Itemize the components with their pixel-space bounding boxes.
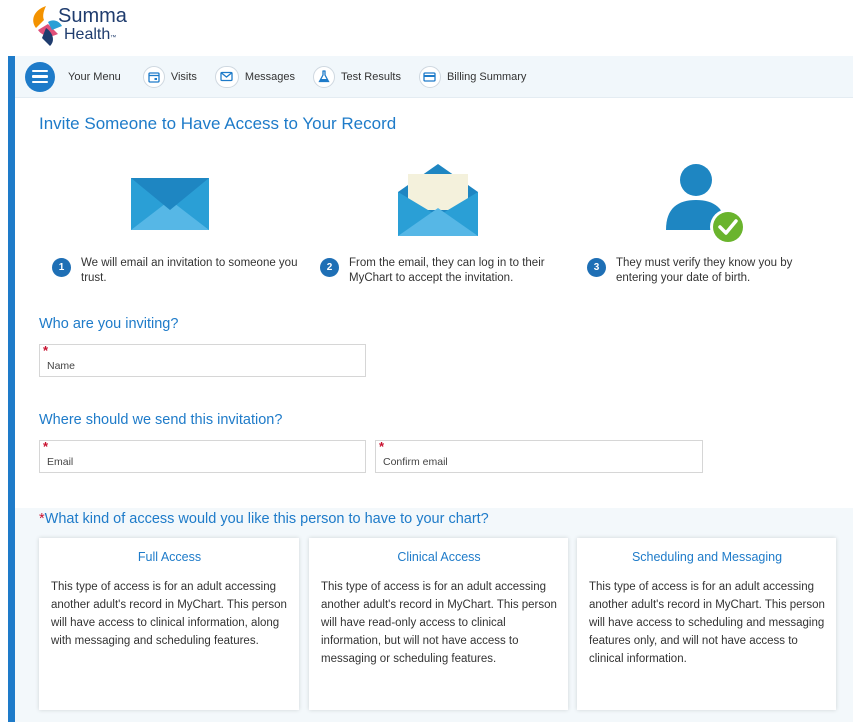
access-option-description: This type of access is for an adult acce…	[51, 581, 287, 647]
step-text-3: They must verify they know you by enteri…	[616, 257, 793, 284]
access-option-description: This type of access is for an adult acce…	[589, 581, 825, 665]
left-accent-bar	[8, 56, 15, 722]
step-text-2: From the email, they can log in to their…	[349, 257, 545, 284]
menu-item-visits[interactable]: Visits	[142, 65, 197, 88]
flask-icon	[313, 65, 336, 88]
access-option-title: Clinical Access	[397, 550, 481, 564]
access-option-clinical[interactable]: Clinical Access This type of access is f…	[309, 538, 568, 710]
menu-item-billing-summary[interactable]: Billing Summary	[418, 65, 527, 88]
access-option-full[interactable]: Full Access This type of access is for a…	[39, 538, 299, 710]
access-option-description: This type of access is for an adult acce…	[321, 581, 557, 665]
step-2: 2 From the email, they can log in to the…	[320, 256, 572, 286]
who-section-title: Who are you inviting?	[39, 316, 179, 332]
hamburger-icon	[25, 61, 55, 92]
email-field[interactable]: *	[39, 440, 366, 473]
step-number-3: 3	[587, 258, 606, 277]
step-1: 1 We will email an invitation to someone…	[52, 256, 302, 286]
page-title: Invite Someone to Have Access to Your Re…	[39, 114, 397, 133]
access-option-scheduling-messaging[interactable]: Scheduling and Messaging This type of ac…	[577, 538, 836, 710]
access-section-title: *What kind of access would you like this…	[39, 511, 489, 527]
step-text-1: We will email an invitation to someone y…	[81, 257, 298, 284]
step-3: 3 They must verify they know you by ente…	[587, 256, 822, 286]
envelope-closed-illustration	[131, 178, 209, 230]
your-menu-button[interactable]: Your Menu	[15, 61, 121, 92]
summa-health-logo[interactable]: Summa Health™	[28, 4, 148, 52]
menu-label-test-results: Test Results	[341, 70, 401, 83]
email-input[interactable]	[40, 441, 365, 472]
your-menu-label: Your Menu	[68, 70, 121, 83]
brand-name-line2: Health	[64, 26, 111, 43]
name-input[interactable]	[40, 345, 365, 376]
verified-user-illustration	[666, 164, 746, 245]
step-number-2: 2	[320, 258, 339, 277]
menu-label-billing-summary: Billing Summary	[446, 70, 527, 83]
confirm-email-field[interactable]: *	[375, 440, 703, 473]
envelope-icon	[214, 65, 239, 88]
credit-card-icon	[418, 65, 441, 88]
envelope-open-illustration	[398, 164, 478, 236]
confirm-email-input[interactable]	[376, 441, 702, 472]
access-option-title: Scheduling and Messaging	[631, 550, 783, 564]
menu-item-test-results[interactable]: Test Results	[313, 65, 401, 88]
menu-item-messages[interactable]: Messages	[214, 65, 296, 88]
menu-label-visits: Visits	[170, 70, 197, 83]
access-option-title: Full Access	[137, 550, 202, 564]
calendar-icon	[142, 65, 165, 88]
menu-label-messages: Messages	[244, 70, 296, 83]
top-menu-bar: Your Menu Visits Messages Test Results B…	[15, 56, 853, 98]
access-title-text: What kind of access would you like this …	[44, 511, 489, 527]
brand-name-line1: Summa	[58, 5, 127, 27]
name-field[interactable]: *	[39, 344, 366, 377]
where-section-title: Where should we send this invitation?	[39, 412, 283, 428]
brand-tm: ™	[110, 35, 117, 41]
step-number-1: 1	[52, 258, 71, 277]
